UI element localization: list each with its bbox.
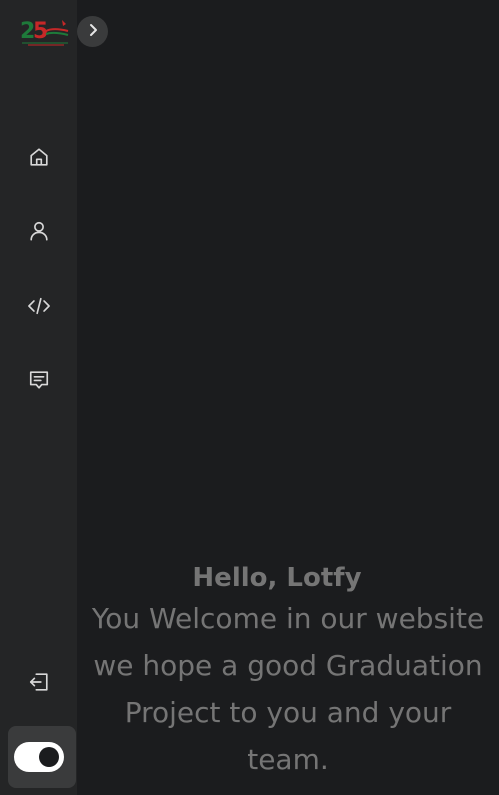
user-icon [28, 220, 50, 242]
sidebar: 2 5 Home [0, 0, 77, 795]
app-window: 2 5 Home [0, 0, 499, 795]
theme-toggle-switch[interactable] [14, 742, 64, 772]
welcome-message: You Welcome in our website we hope a goo… [91, 602, 485, 776]
home-icon [28, 146, 50, 168]
logout-icon [28, 671, 50, 693]
sidebar-item-home[interactable]: Home [0, 135, 77, 179]
greeting-heading: Hello, Lotfy [192, 563, 362, 593]
sidebar-item-projects[interactable]: Projects [0, 284, 77, 328]
logo: 2 5 [20, 16, 72, 48]
logout-button[interactable]: Logout [0, 660, 77, 704]
sidebar-item-profile[interactable]: Profile [0, 209, 77, 253]
theme-toggle-container [8, 726, 76, 788]
code-icon [27, 295, 51, 317]
toggle-knob [39, 747, 59, 767]
sidebar-item-messages[interactable]: Messages [0, 358, 77, 402]
sidebar-toggle-button[interactable] [77, 16, 108, 47]
chevron-right-icon [87, 22, 99, 41]
message-icon [28, 369, 50, 391]
svg-text:5: 5 [33, 19, 48, 44]
